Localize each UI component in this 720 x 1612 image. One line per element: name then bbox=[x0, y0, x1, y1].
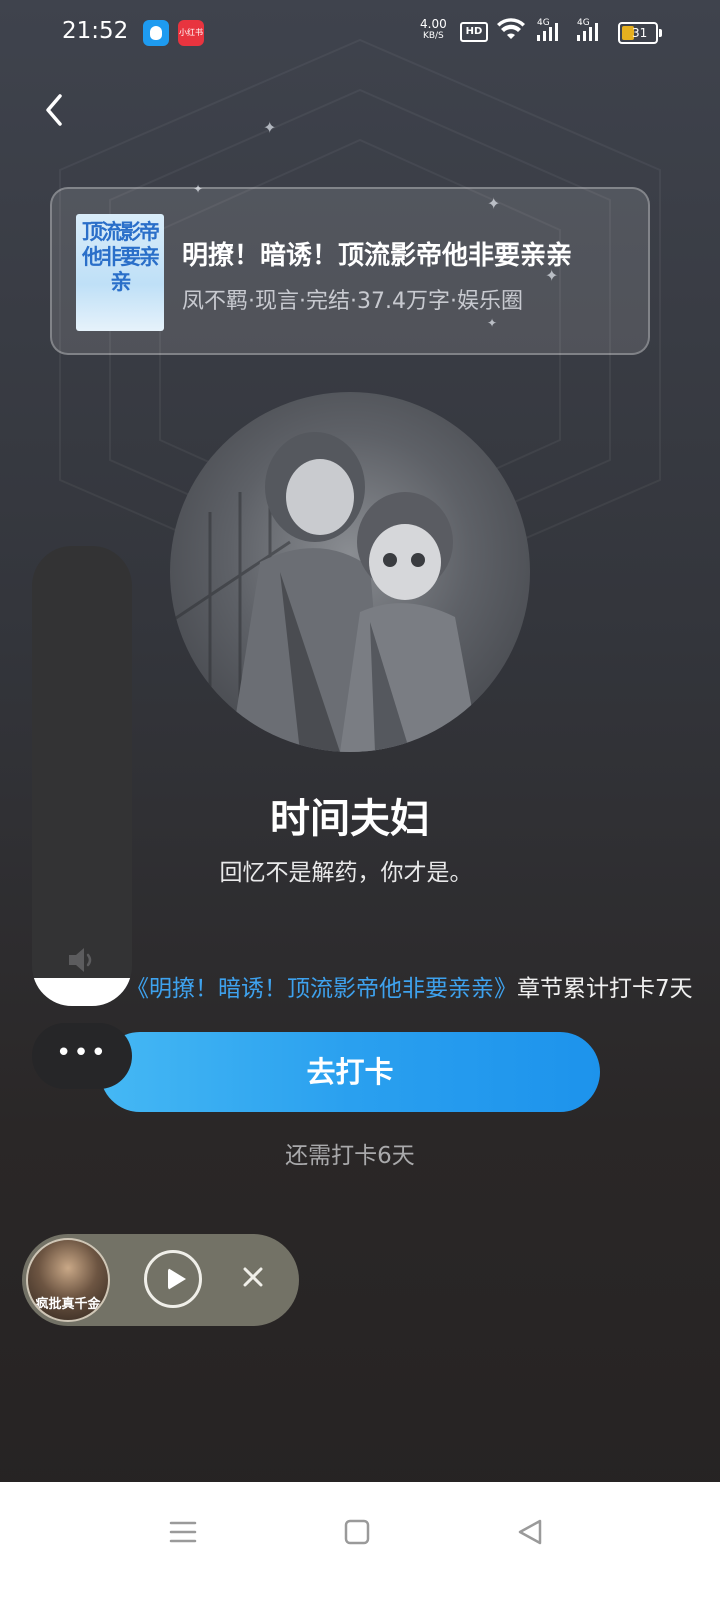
signal-icons: 4G 4G bbox=[497, 18, 598, 41]
menu-icon[interactable] bbox=[163, 1512, 203, 1552]
volume-slider[interactable] bbox=[32, 546, 132, 1006]
chevron-left-icon bbox=[46, 94, 62, 126]
book-title: 明撩！暗诱！顶流影帝他非要亲亲 bbox=[182, 241, 573, 271]
remaining-days: 还需打卡6天 bbox=[285, 1143, 415, 1169]
back-nav-icon[interactable] bbox=[510, 1512, 550, 1552]
book-cover-text: 顶流影帝他非要亲亲 bbox=[82, 220, 160, 294]
cell-signal-2-icon: 4G bbox=[577, 18, 598, 41]
home-icon[interactable] bbox=[337, 1512, 377, 1552]
qq-notification-icon bbox=[143, 20, 169, 46]
close-icon[interactable] bbox=[238, 1262, 268, 1292]
couple-artwork bbox=[170, 392, 530, 752]
cell-signal-1-icon: 4G bbox=[537, 18, 558, 41]
book-cover-image: 顶流影帝他非要亲亲 bbox=[76, 214, 164, 331]
wifi-icon bbox=[497, 18, 525, 39]
network-speed: 4.00 KB/S bbox=[420, 18, 447, 42]
xiaohongshu-notification-icon: 小红书 bbox=[178, 20, 204, 46]
hd-voice-icon: HD bbox=[460, 22, 488, 42]
system-nav-bar bbox=[0, 1482, 720, 1612]
sparkle-icon: ✦ bbox=[263, 118, 277, 137]
checkin-progress-text: 章节累计打卡7天 bbox=[517, 976, 693, 1002]
battery-level: 31 bbox=[632, 26, 648, 40]
status-time: 21:52 bbox=[62, 18, 129, 44]
couple-illustration bbox=[170, 432, 480, 752]
checkin-button[interactable]: 去打卡 bbox=[100, 1032, 600, 1112]
back-button[interactable] bbox=[38, 88, 78, 132]
checkin-progress: 《明撩！暗诱！顶流影帝他非要亲亲》章节累计打卡7天 bbox=[126, 969, 693, 1003]
volume-level-fill bbox=[32, 978, 132, 1006]
battery-icon: 31 bbox=[618, 22, 662, 44]
status-bar: 21:52 小红书 4.00 KB/S HD 4G 4G 31 bbox=[0, 0, 720, 64]
network-speed-unit: KB/S bbox=[422, 31, 444, 41]
mini-player-thumbnail[interactable]: 疯批真千金 bbox=[26, 1238, 110, 1322]
book-card[interactable]: 顶流影帝他非要亲亲 明撩！暗诱！顶流影帝他非要亲亲 凤不羁·现言·完结·37.4… bbox=[50, 187, 650, 355]
book-meta: 凤不羁·现言·完结·37.4万字·娱乐圈 bbox=[182, 289, 523, 314]
mini-player-thumbnail-text: 疯批真千金 bbox=[35, 1297, 101, 1312]
network-speed-value: 4.00 bbox=[420, 17, 447, 31]
mini-player[interactable]: 疯批真千金 bbox=[22, 1234, 299, 1326]
speaker-icon bbox=[69, 948, 92, 972]
more-options-button[interactable]: ••• bbox=[32, 1023, 132, 1089]
play-button[interactable] bbox=[144, 1250, 202, 1308]
network-type-label-2: 4G bbox=[577, 18, 590, 28]
book-link[interactable]: 《明撩！暗诱！顶流影帝他非要亲亲》 bbox=[126, 976, 517, 1002]
network-type-label: 4G bbox=[537, 18, 550, 28]
